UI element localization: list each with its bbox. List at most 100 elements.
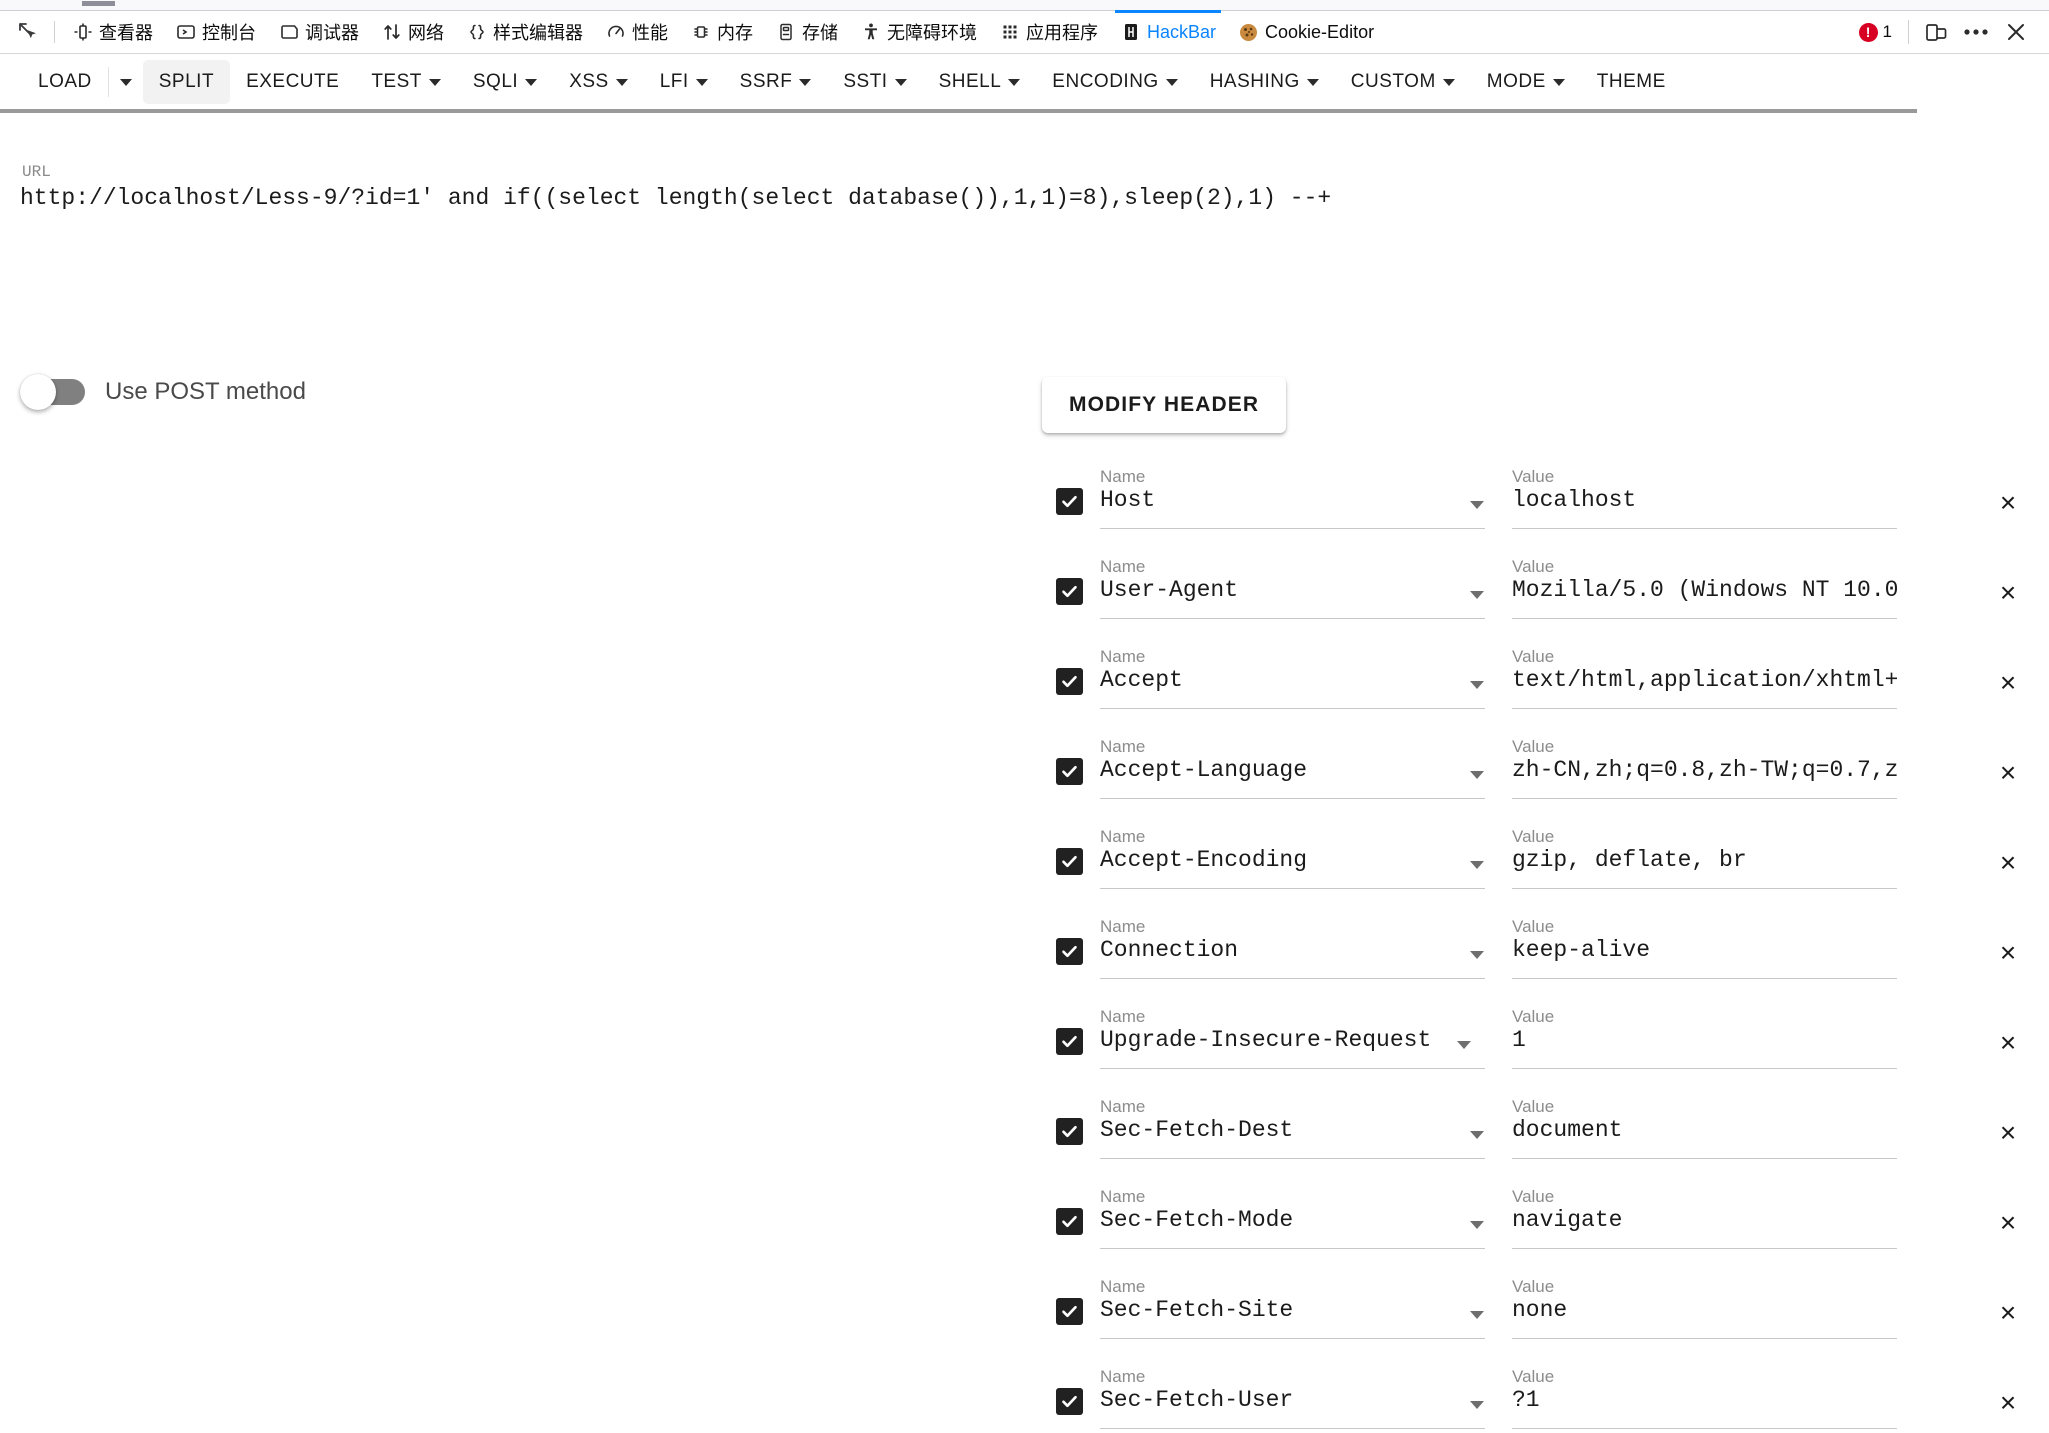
post-method-switch[interactable] xyxy=(20,374,85,410)
header-name-field[interactable]: Name Accept xyxy=(1100,647,1485,709)
header-value-value[interactable]: localhost xyxy=(1512,487,1897,513)
hackbar-menu-lfi[interactable]: LFI xyxy=(644,60,724,104)
header-value-value[interactable]: document xyxy=(1512,1117,1897,1143)
header-value-field[interactable]: Value navigate xyxy=(1512,1187,1897,1249)
hackbar-menu-ssti[interactable]: SSTI xyxy=(827,60,922,104)
remove-header-icon[interactable]: × xyxy=(1995,1029,2021,1057)
use-post-method-toggle[interactable]: Use POST method xyxy=(20,374,306,410)
devtools-tab-accessibility[interactable]: 无障碍环境 xyxy=(849,11,988,53)
devtools-tab-debugger[interactable]: 调试器 xyxy=(267,11,370,53)
header-value-value[interactable]: none xyxy=(1512,1297,1897,1323)
header-name-field[interactable]: Name User-Agent xyxy=(1100,557,1485,619)
header-value-value[interactable]: Mozilla/5.0 (Windows NT 10.0; xyxy=(1512,577,1897,603)
header-name-value[interactable]: User-Agent xyxy=(1100,577,1430,603)
element-picker-icon[interactable] xyxy=(8,17,48,47)
devtools-tab-network[interactable]: 网络 xyxy=(370,11,455,53)
hackbar-menu-hashing[interactable]: HASHING xyxy=(1194,60,1335,104)
header-value-value[interactable]: ?1 xyxy=(1512,1387,1897,1413)
header-enabled-checkbox[interactable] xyxy=(1056,1298,1083,1325)
header-value-value[interactable]: navigate xyxy=(1512,1207,1897,1233)
header-name-value[interactable]: Accept xyxy=(1100,667,1430,693)
hackbar-menu-theme[interactable]: THEME xyxy=(1581,60,1682,104)
remove-header-icon[interactable]: × xyxy=(1995,489,2021,517)
remove-header-icon[interactable]: × xyxy=(1995,1299,2021,1327)
error-badge[interactable]: ! 1 xyxy=(1851,22,1900,42)
header-value-field[interactable]: Value none xyxy=(1512,1277,1897,1339)
header-name-dropdown-icon[interactable] xyxy=(1470,951,1484,959)
header-value-field[interactable]: Value Mozilla/5.0 (Windows NT 10.0; xyxy=(1512,557,1897,619)
header-name-value[interactable]: Connection xyxy=(1100,937,1430,963)
devtools-tab-storage[interactable]: 存储 xyxy=(764,11,849,53)
header-enabled-checkbox[interactable] xyxy=(1056,1208,1083,1235)
hackbar-menu-xss[interactable]: XSS xyxy=(553,60,644,104)
header-name-field[interactable]: Name Sec-Fetch-Mode xyxy=(1100,1187,1485,1249)
hackbar-menu-test[interactable]: TEST xyxy=(355,60,457,104)
header-name-dropdown-icon[interactable] xyxy=(1470,681,1484,689)
hackbar-menu-mode[interactable]: MODE xyxy=(1471,60,1581,104)
header-enabled-checkbox[interactable] xyxy=(1056,1118,1083,1145)
header-name-dropdown-icon[interactable] xyxy=(1470,591,1484,599)
header-value-value[interactable]: 1 xyxy=(1512,1027,1897,1053)
header-enabled-checkbox[interactable] xyxy=(1056,668,1083,695)
header-name-value[interactable]: Sec-Fetch-Site xyxy=(1100,1297,1430,1323)
header-value-field[interactable]: Value keep-alive xyxy=(1512,917,1897,979)
header-name-field[interactable]: Name Connection xyxy=(1100,917,1485,979)
header-name-dropdown-icon[interactable] xyxy=(1470,771,1484,779)
header-name-value[interactable]: Sec-Fetch-Dest xyxy=(1100,1117,1430,1143)
hackbar-menu-sqli[interactable]: SQLI xyxy=(457,60,553,104)
more-options-icon[interactable] xyxy=(1957,16,1995,48)
remove-header-icon[interactable]: × xyxy=(1995,759,2021,787)
devtools-tab-application[interactable]: 应用程序 xyxy=(988,11,1109,53)
devtools-tab-hackbar[interactable]: HackBar xyxy=(1109,10,1227,53)
header-enabled-checkbox[interactable] xyxy=(1056,1028,1083,1055)
header-enabled-checkbox[interactable] xyxy=(1056,578,1083,605)
remove-header-icon[interactable]: × xyxy=(1995,939,2021,967)
remove-header-icon[interactable]: × xyxy=(1995,1389,2021,1417)
header-name-field[interactable]: Name Accept-Encoding xyxy=(1100,827,1485,889)
devtools-tab-cookie[interactable]: Cookie-Editor xyxy=(1227,11,1385,53)
header-name-value[interactable]: Upgrade-Insecure-Requests xyxy=(1100,1027,1430,1053)
header-name-dropdown-icon[interactable] xyxy=(1457,1041,1471,1049)
header-value-value[interactable]: keep-alive xyxy=(1512,937,1897,963)
devtools-tab-performance[interactable]: 性能 xyxy=(594,11,679,53)
header-value-value[interactable]: text/html,application/xhtml+x xyxy=(1512,667,1897,693)
remove-header-icon[interactable]: × xyxy=(1995,579,2021,607)
hackbar-menu-shell[interactable]: SHELL xyxy=(923,60,1037,104)
header-name-field[interactable]: Name Upgrade-Insecure-Requests xyxy=(1100,1007,1485,1069)
header-value-field[interactable]: Value zh-CN,zh;q=0.8,zh-TW;q=0.7,zh xyxy=(1512,737,1897,799)
hackbar-menu-split[interactable]: SPLIT xyxy=(142,60,231,104)
header-value-field[interactable]: Value gzip, deflate, br xyxy=(1512,827,1897,889)
header-value-field[interactable]: Value document xyxy=(1512,1097,1897,1159)
header-name-dropdown-icon[interactable] xyxy=(1470,1401,1484,1409)
devtools-tab-console[interactable]: 控制台 xyxy=(164,11,267,53)
header-value-field[interactable]: Value text/html,application/xhtml+x xyxy=(1512,647,1897,709)
header-value-field[interactable]: Value 1 xyxy=(1512,1007,1897,1069)
header-name-dropdown-icon[interactable] xyxy=(1470,861,1484,869)
modify-header-button[interactable]: MODIFY HEADER xyxy=(1042,377,1287,433)
header-name-value[interactable]: Accept-Encoding xyxy=(1100,847,1430,873)
header-enabled-checkbox[interactable] xyxy=(1056,758,1083,785)
header-name-value[interactable]: Host xyxy=(1100,487,1430,513)
header-name-field[interactable]: Name Accept-Language xyxy=(1100,737,1485,799)
remove-header-icon[interactable]: × xyxy=(1995,849,2021,877)
header-name-dropdown-icon[interactable] xyxy=(1470,1311,1484,1319)
devtools-tab-memory[interactable]: 内存 xyxy=(679,11,764,53)
header-value-value[interactable]: gzip, deflate, br xyxy=(1512,847,1897,873)
responsive-design-mode-icon[interactable] xyxy=(1917,16,1955,48)
hackbar-menu-encoding[interactable]: ENCODING xyxy=(1036,60,1193,104)
hackbar-menu-execute[interactable]: EXECUTE xyxy=(230,60,355,104)
header-name-field[interactable]: Name Host xyxy=(1100,467,1485,529)
header-name-value[interactable]: Sec-Fetch-User xyxy=(1100,1387,1430,1413)
hackbar-menu-ssrf[interactable]: SSRF xyxy=(724,60,828,104)
remove-header-icon[interactable]: × xyxy=(1995,1119,2021,1147)
header-value-value[interactable]: zh-CN,zh;q=0.8,zh-TW;q=0.7,zh xyxy=(1512,757,1897,783)
header-value-field[interactable]: Value localhost xyxy=(1512,467,1897,529)
header-name-dropdown-icon[interactable] xyxy=(1470,1131,1484,1139)
header-value-field[interactable]: Value ?1 xyxy=(1512,1367,1897,1429)
devtools-tab-style-editor[interactable]: 样式编辑器 xyxy=(455,11,594,53)
devtools-tab-inspector[interactable]: 查看器 xyxy=(61,11,164,53)
url-input[interactable]: http://localhost/Less-9/?id=1' and if((s… xyxy=(20,185,2010,211)
header-enabled-checkbox[interactable] xyxy=(1056,848,1083,875)
header-name-value[interactable]: Accept-Language xyxy=(1100,757,1430,783)
load-dropdown-button[interactable] xyxy=(109,60,143,104)
